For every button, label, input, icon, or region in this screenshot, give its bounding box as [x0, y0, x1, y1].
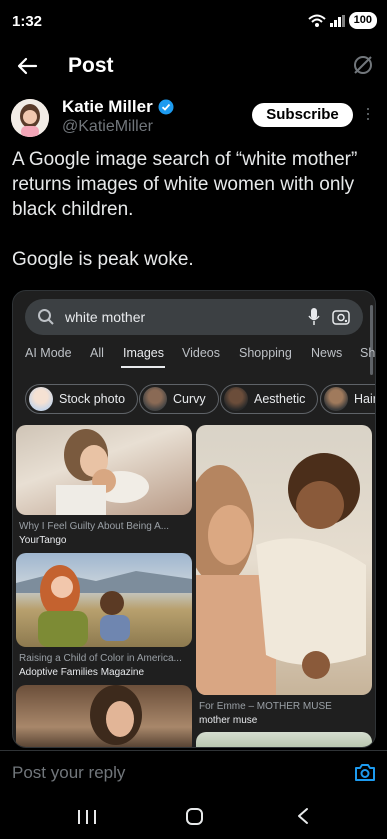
- chip-label: Hair: [354, 392, 376, 406]
- battery-indicator: 100: [348, 12, 377, 29]
- tab-videos: Videos: [182, 346, 220, 360]
- chip-aesthetic: Aesthetic: [220, 384, 319, 414]
- chip-thumbnail: [324, 387, 348, 411]
- camera-icon[interactable]: [354, 762, 376, 782]
- status-bar: 1:32 100: [0, 0, 387, 44]
- page-title: Post: [68, 54, 114, 77]
- result-caption: Why I Feel Guilty About Being A...: [19, 521, 170, 532]
- result-caption: Raising a Child of Color in America...: [19, 653, 182, 664]
- avatar-image: [11, 99, 49, 137]
- chip-thumbnail: [143, 387, 167, 411]
- home-icon[interactable]: [186, 808, 203, 825]
- chip-label: Curvy: [173, 392, 206, 406]
- author-name[interactable]: Katie Miller: [62, 97, 153, 117]
- tab-news: News: [311, 346, 343, 360]
- result-image: [16, 685, 192, 747]
- result-source: Adoptive Families Magazine: [19, 667, 145, 678]
- status-time: 1:32: [12, 13, 43, 30]
- more-icon[interactable]: [364, 105, 372, 125]
- lens-icon: [332, 310, 350, 325]
- reply-bar: Post your reply: [0, 750, 387, 794]
- result-caption: For Emme – MOTHER MUSE: [199, 701, 332, 712]
- back-arrow-icon[interactable]: [14, 52, 42, 80]
- result-image: [196, 425, 372, 695]
- mic-icon: [308, 308, 320, 325]
- tab-shopping: Shopping: [239, 346, 292, 360]
- chip-thumbnail: [224, 387, 248, 411]
- reply-input[interactable]: Post your reply: [12, 763, 125, 783]
- tweet-paragraph: A Google image search of “white mother” …: [12, 149, 358, 220]
- avatar[interactable]: [11, 99, 49, 137]
- system-nav-bar: [0, 794, 387, 839]
- recent-apps-icon[interactable]: [78, 810, 96, 824]
- chip-stock-photo: Stock photo: [25, 384, 139, 414]
- result-image: [16, 425, 192, 515]
- chip-curvy: Curvy: [139, 384, 219, 414]
- chip-label: Aesthetic: [254, 392, 306, 406]
- google-tabs: AI Mode All Images Videos Shopping News …: [13, 346, 376, 370]
- grok-icon[interactable]: [351, 53, 375, 77]
- tab-images: Images: [123, 346, 164, 360]
- search-query: white mother: [65, 309, 146, 325]
- verified-badge-icon: [158, 99, 174, 115]
- tweet-paragraph: Google is peak woke.: [12, 249, 194, 270]
- top-bar: Post: [0, 44, 387, 90]
- author-handle[interactable]: @KatieMiller: [62, 118, 153, 136]
- chip-thumbnail: [29, 387, 53, 411]
- signal-icon: [329, 14, 345, 27]
- tweet-text: A Google image search of “white mother” …: [12, 147, 380, 272]
- filter-chips: Stock photo Curvy Aesthetic Hair: [13, 384, 376, 414]
- result-image: [16, 553, 192, 647]
- result-source: mother muse: [199, 715, 258, 726]
- active-tab-indicator: [121, 366, 165, 368]
- result-source: YourTango: [19, 535, 67, 546]
- nav-back-icon[interactable]: [296, 807, 310, 825]
- tab-ai-mode: AI Mode: [25, 346, 72, 360]
- chip-label: Stock photo: [59, 392, 126, 406]
- tweet-media-image[interactable]: white mother AI Mode All Images Videos S…: [12, 290, 376, 748]
- wifi-icon: [307, 14, 326, 27]
- status-icons: 100: [307, 12, 377, 29]
- google-search-bar: white mother: [25, 299, 363, 335]
- tab-all: All: [90, 346, 104, 360]
- subscribe-button[interactable]: Subscribe: [252, 103, 353, 127]
- author-name-row[interactable]: Katie Miller: [62, 97, 174, 117]
- result-image: [196, 732, 372, 747]
- tab-more: Sh: [360, 346, 376, 360]
- chip-hair: Hair: [320, 384, 376, 414]
- search-icon: [38, 309, 54, 325]
